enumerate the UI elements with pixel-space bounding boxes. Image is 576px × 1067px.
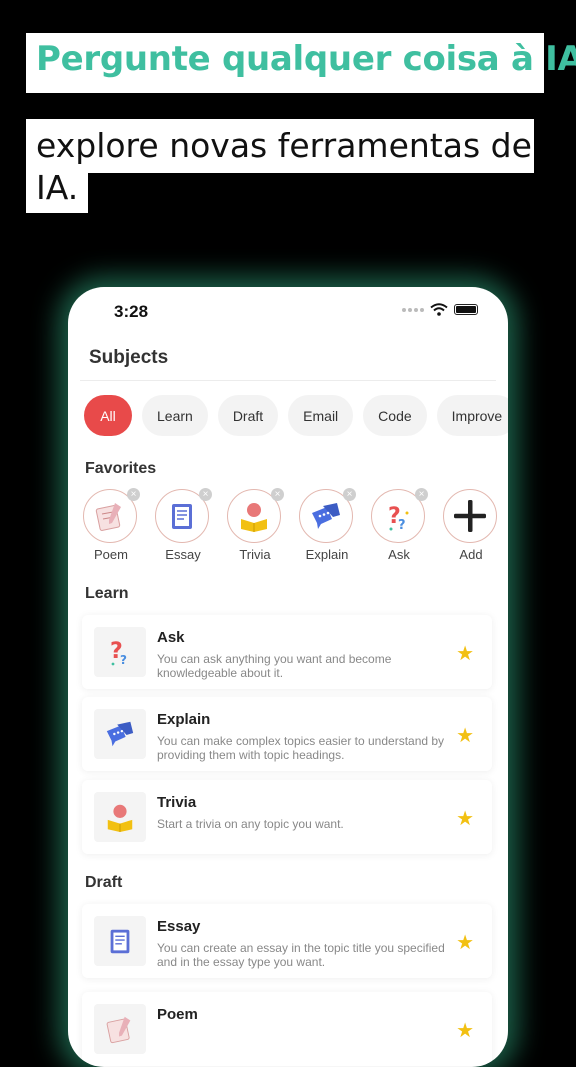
chip-draft[interactable]: Draft (217, 395, 279, 436)
svg-text:?: ? (120, 653, 127, 667)
remove-favorite-icon[interactable]: × (343, 488, 356, 501)
signal-icon (402, 307, 424, 312)
favorite-label: Ask (388, 547, 410, 562)
chip-email[interactable]: Email (288, 395, 354, 436)
draft-heading: Draft (85, 874, 123, 891)
card-trivia[interactable]: Trivia Start a trivia on any topic you w… (82, 780, 492, 854)
card-explain[interactable]: Explain You can make complex topics easi… (82, 697, 492, 771)
favorite-label: Explain (305, 547, 349, 562)
card-title: Explain (157, 711, 211, 728)
favorite-label: Poem (94, 547, 128, 562)
wifi-icon (430, 303, 448, 316)
phone-screen: 3:28 Subjects All Learn Draft Email Code… (68, 287, 508, 1067)
battery-icon (454, 304, 478, 315)
favorite-ask[interactable]: ? ? × Ask (371, 488, 428, 562)
star-icon[interactable]: ★ (456, 641, 474, 666)
card-icon-box: ? ? (94, 627, 146, 677)
star-icon[interactable]: ★ (456, 806, 474, 831)
card-description: Start a trivia on any topic you want. (157, 817, 344, 831)
chip-all[interactable]: All (84, 395, 132, 436)
page-title: Subjects (89, 347, 169, 368)
star-icon[interactable]: ★ (456, 1018, 474, 1043)
card-title: Essay (157, 918, 201, 935)
chip-improve[interactable]: Improve (436, 395, 508, 436)
card-title: Ask (157, 629, 185, 646)
card-icon-box (94, 1004, 146, 1054)
card-icon-box (94, 792, 146, 842)
essay-icon (110, 929, 130, 954)
status-time: 3:28 (114, 302, 149, 321)
favorite-label: Add (459, 547, 483, 562)
remove-favorite-icon[interactable]: × (127, 488, 140, 501)
trivia-icon (241, 503, 267, 532)
card-essay[interactable]: Essay You can create an essay in the top… (82, 904, 492, 978)
trivia-icon (107, 804, 133, 833)
ask-icon: ? ? (110, 639, 127, 667)
favorite-trivia[interactable]: × Trivia (227, 488, 284, 562)
explain-icon (312, 503, 340, 529)
card-description: You can create an essay in the topic tit… (157, 941, 445, 969)
card-ask[interactable]: ? ? Ask You can ask anything you want an… (82, 615, 492, 689)
banner-subtitle-line2: IA. (26, 171, 88, 213)
remove-favorite-icon[interactable]: × (271, 488, 284, 501)
poem-icon (106, 1016, 131, 1044)
card-description: You can make complex topics easier to un… (157, 734, 445, 762)
status-icons (402, 303, 478, 316)
chip-learn[interactable]: Learn (142, 395, 208, 436)
learn-heading: Learn (85, 585, 129, 602)
card-icon-box (94, 709, 146, 759)
explain-icon (106, 721, 134, 747)
divider (80, 380, 496, 381)
chip-code[interactable]: Code (363, 395, 427, 436)
favorites-row: × Poem × Essay × Trivia × Explain ? ? × … (83, 488, 499, 562)
subject-filter-chips: All Learn Draft Email Code Improve (84, 395, 508, 436)
favorite-add-circle (443, 489, 497, 543)
star-icon[interactable]: ★ (456, 723, 474, 748)
card-description: You can ask anything you want and become… (157, 652, 392, 680)
card-poem[interactable]: Poem ★ (82, 992, 492, 1066)
remove-favorite-icon[interactable]: × (199, 488, 212, 501)
star-icon[interactable]: ★ (456, 930, 474, 955)
favorite-add[interactable]: Add (443, 489, 499, 562)
svg-text:?: ? (398, 518, 406, 533)
favorite-explain[interactable]: × Explain (299, 488, 356, 562)
favorite-label: Trivia (239, 547, 271, 562)
plus-icon (454, 500, 486, 532)
favorite-poem[interactable]: × Poem (83, 488, 140, 562)
favorite-essay[interactable]: × Essay (155, 488, 212, 562)
poem-icon (95, 503, 121, 531)
banner-headline: Pergunte qualquer coisa à IA (26, 33, 576, 93)
favorites-heading: Favorites (85, 460, 157, 477)
card-title: Trivia (157, 794, 197, 811)
ask-icon: ? ? (388, 504, 409, 533)
remove-favorite-icon[interactable]: × (415, 488, 428, 501)
essay-icon (172, 504, 192, 529)
banner-subtitle-line1: explore novas ferramentas de (26, 119, 534, 173)
card-title: Poem (157, 1006, 198, 1023)
card-icon-box (94, 916, 146, 966)
favorite-label: Essay (165, 547, 201, 562)
